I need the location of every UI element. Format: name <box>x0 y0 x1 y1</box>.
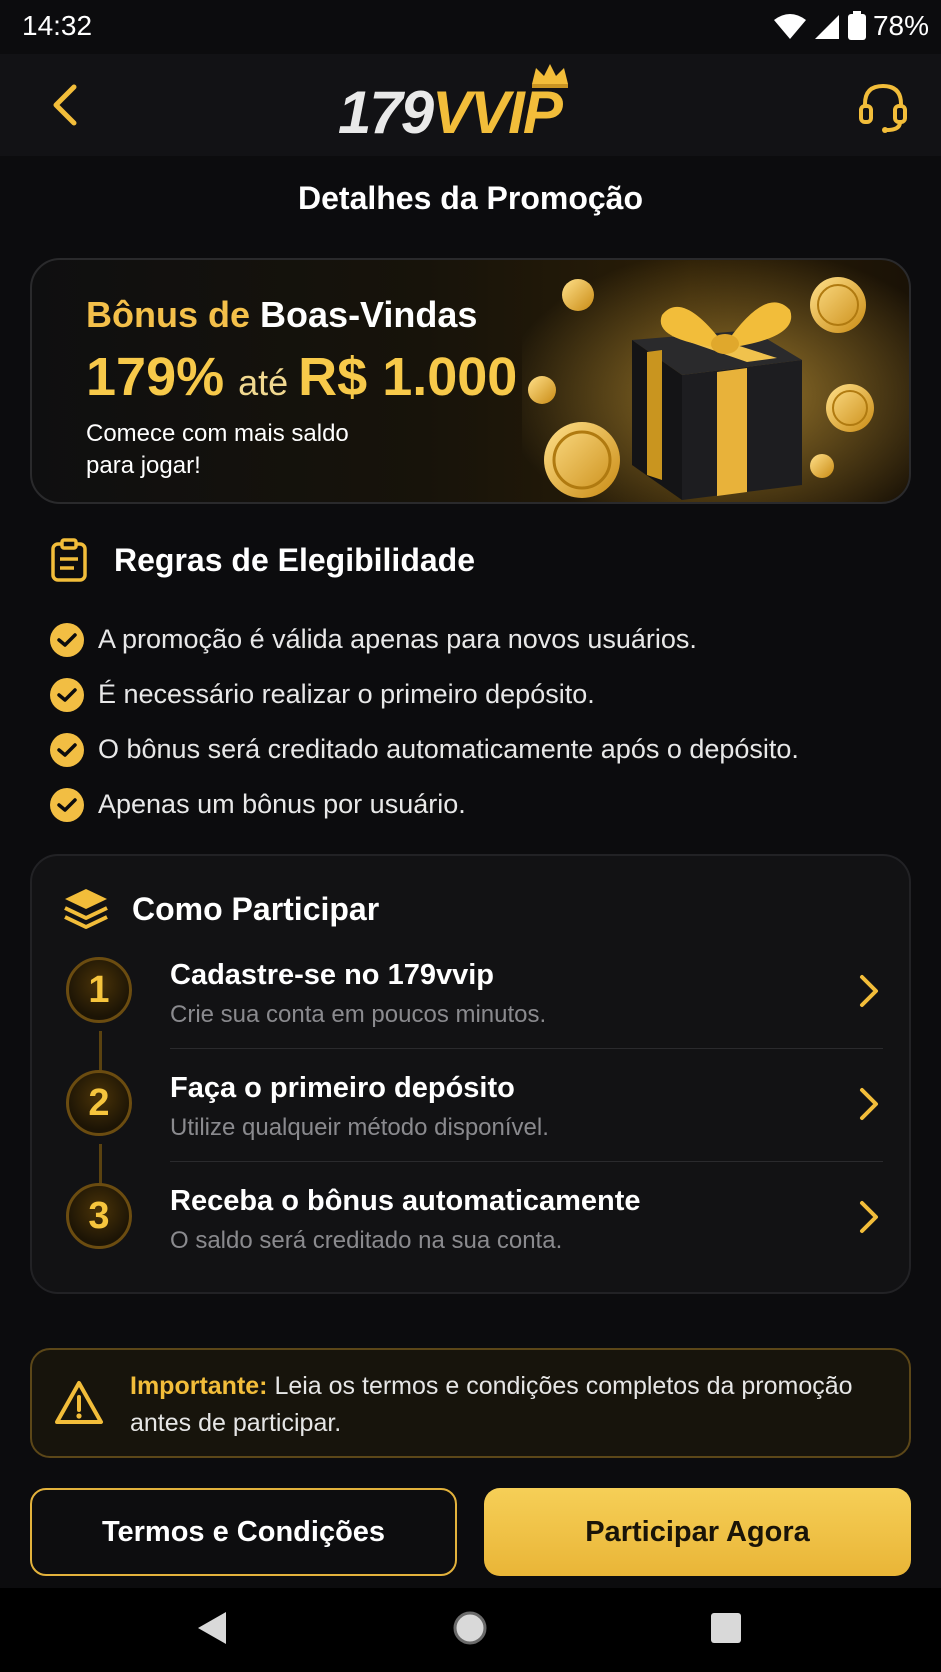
chevron-right-icon <box>860 1088 878 1120</box>
rules-title: Regras de Elegibilidade <box>114 541 475 578</box>
step-3[interactable]: 3 Receba o bônus automaticamente O saldo… <box>32 1163 913 1275</box>
banner-title-gold: Bônus de <box>86 294 251 335</box>
rules-list: A promoção é válida apenas para novos us… <box>50 612 910 832</box>
chevron-right-icon <box>860 1201 878 1233</box>
rule-text: A promoção é válida apenas para novos us… <box>98 624 697 654</box>
participate-button[interactable]: Participar Agora <box>484 1488 911 1576</box>
step-title: Faça o primeiro depósito <box>170 1072 515 1104</box>
status-bar: 14:32 78% <box>0 0 941 54</box>
wifi-icon <box>773 14 806 39</box>
battery-icon <box>847 11 866 40</box>
step-number: 2 <box>66 1070 132 1136</box>
terms-button[interactable]: Termos e Condições <box>30 1488 457 1576</box>
notice-label: Importante: <box>130 1372 268 1400</box>
battery-level: 78% <box>872 10 929 41</box>
banner-until: até <box>238 362 289 403</box>
banner-amount: 179% até R$ 1.000 <box>86 346 517 408</box>
logo-number: 179 <box>338 79 434 146</box>
rule-text: Apenas um bônus por usuário. <box>98 789 466 819</box>
rule-item: O bônus será creditado automaticamente a… <box>50 722 910 777</box>
banner-subtitle: Comece com mais saldo para jogar! <box>86 420 349 479</box>
status-icons: 78% <box>773 10 929 42</box>
step-2[interactable]: 2 Faça o primeiro depósito Utilize qualq… <box>32 1050 913 1162</box>
promo-banner: Bônus de Boas-Vindas 179% até R$ 1.000 Com… <box>30 258 911 504</box>
back-button[interactable] <box>40 80 90 130</box>
check-circle-icon <box>50 622 84 657</box>
step-1[interactable]: 1 Cadastre-se no 179vvip Crie sua conta … <box>32 937 913 1049</box>
headset-icon <box>859 83 907 133</box>
app-header: 179VVIP <box>0 54 941 156</box>
rule-item: A promoção é válida apenas para novos us… <box>50 612 910 667</box>
support-button[interactable] <box>853 76 913 136</box>
rule-text: O bônus será creditado automaticamente a… <box>98 734 799 764</box>
step-title: Receba o bônus automaticamente <box>170 1185 641 1217</box>
logo: 179VVIP <box>338 60 608 150</box>
status-time: 14:32 <box>22 10 93 41</box>
important-notice: Importante: Leia os termos e condições c… <box>30 1348 911 1458</box>
step-description: Utilize qualqueir método disponível. <box>170 1114 549 1141</box>
divider <box>170 1048 883 1049</box>
nav-back-icon[interactable] <box>196 1610 228 1646</box>
steps-header: Como Participar <box>62 886 379 932</box>
check-circle-icon <box>50 787 84 822</box>
steps-title: Como Participar <box>132 890 380 927</box>
chevron-left-icon <box>53 84 77 126</box>
rule-item: É necessário realizar o primeiro depósit… <box>50 667 910 722</box>
divider <box>170 1161 883 1162</box>
banner-title-white: Boas-Vindas <box>260 294 478 335</box>
how-to-participate-card: Como Participar 1 Cadastre-se no 179vvip… <box>30 854 911 1294</box>
step-description: O saldo será creditado na sua conta. <box>170 1227 563 1254</box>
rule-text: É necessário realizar o primeiro depósit… <box>98 679 595 709</box>
chevron-right-icon <box>860 975 878 1007</box>
banner-value: R$ 1.000 <box>298 347 518 407</box>
check-circle-icon <box>50 677 84 712</box>
nav-home-icon[interactable] <box>452 1610 488 1646</box>
step-description: Crie sua conta em poucos minutos. <box>170 1001 547 1028</box>
rule-item: Apenas um bônus por usuário. <box>50 777 910 832</box>
clipboard-icon <box>51 538 87 582</box>
layers-icon <box>64 889 108 929</box>
check-circle-icon <box>50 732 84 767</box>
banner-title: Bônus de Boas-Vindas <box>86 294 477 336</box>
step-number: 1 <box>66 957 132 1023</box>
step-title: Cadastre-se no 179vvip <box>170 959 494 991</box>
banner-percent: 179% <box>86 347 225 407</box>
logo-brand: VVIP <box>432 79 563 146</box>
notice-text: Importante: Leia os termos e condições c… <box>130 1368 900 1442</box>
signal-icon <box>814 15 839 39</box>
warning-icon <box>55 1381 103 1424</box>
step-number: 3 <box>66 1183 132 1249</box>
rules-header: Regras de Elegibilidade <box>50 538 475 582</box>
system-nav-bar <box>0 1588 941 1672</box>
gift-box-icon <box>522 260 909 502</box>
page-title: Detalhes da Promoção <box>298 180 643 216</box>
nav-recent-icon[interactable] <box>710 1612 742 1644</box>
